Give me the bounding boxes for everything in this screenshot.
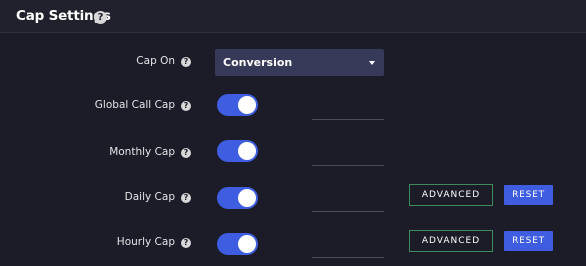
chevron-down-icon <box>369 61 375 65</box>
cap-on-selected-value: Conversion <box>223 56 293 69</box>
daily-cap-reset-button[interactable]: RESET <box>504 185 553 205</box>
help-icon[interactable]: ? <box>181 238 191 248</box>
toggle-knob <box>238 235 256 253</box>
daily-cap-label: Daily Cap <box>124 191 175 203</box>
daily-cap-input[interactable] <box>312 191 384 212</box>
help-icon[interactable]: ? <box>94 11 107 24</box>
hourly-cap-input[interactable] <box>312 237 384 258</box>
help-icon[interactable]: ? <box>181 57 191 67</box>
monthly-cap-label: Monthly Cap <box>109 146 175 158</box>
daily-cap-toggle[interactable] <box>217 187 258 209</box>
monthly-cap-input[interactable] <box>312 145 384 166</box>
help-icon[interactable]: ? <box>181 193 191 203</box>
help-icon[interactable]: ? <box>181 148 191 158</box>
cap-on-select[interactable]: Conversion <box>215 49 384 76</box>
monthly-cap-toggle[interactable] <box>217 140 258 162</box>
panel-header: Cap Settings ? <box>0 0 586 33</box>
global-call-cap-input[interactable] <box>312 99 384 120</box>
toggle-knob <box>238 189 256 207</box>
hourly-cap-toggle[interactable] <box>217 233 258 255</box>
toggle-knob <box>238 96 256 114</box>
cap-on-label: Cap On <box>136 55 175 67</box>
hourly-cap-reset-button[interactable]: RESET <box>504 231 553 251</box>
global-call-cap-toggle[interactable] <box>217 94 258 116</box>
hourly-cap-label: Hourly Cap <box>116 236 175 248</box>
daily-cap-advanced-button[interactable]: ADVANCED <box>409 184 493 206</box>
hourly-cap-advanced-button[interactable]: ADVANCED <box>409 230 493 252</box>
toggle-knob <box>238 142 256 160</box>
global-call-cap-label: Global Call Cap <box>94 99 175 111</box>
help-icon[interactable]: ? <box>181 101 191 111</box>
